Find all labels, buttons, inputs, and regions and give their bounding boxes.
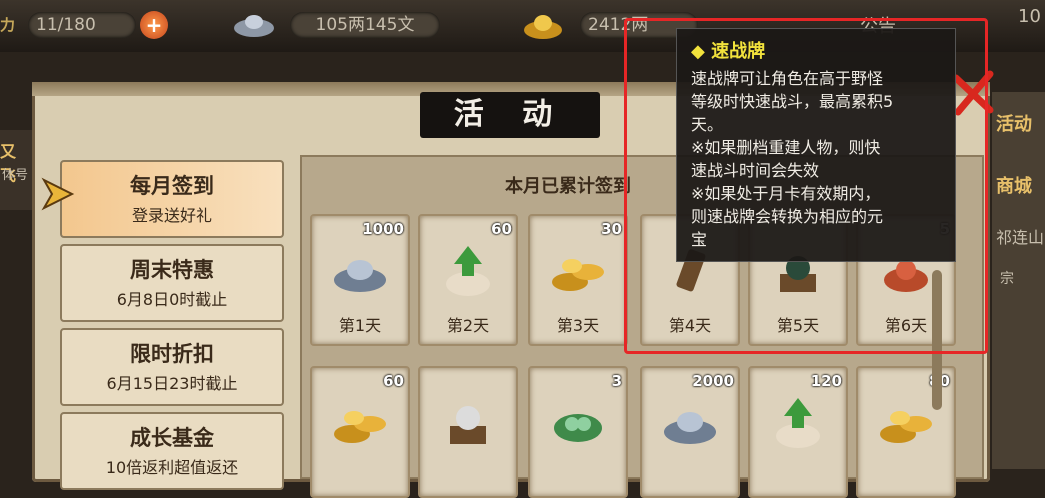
reward-day-3[interactable]: 30 第3天 <box>528 214 628 346</box>
gold-ingots-icon <box>552 259 604 291</box>
reward-day-label: 第1天 <box>338 316 382 335</box>
reward-day-11[interactable]: 120 <box>748 366 848 498</box>
menu-monthly-signin[interactable]: 每月签到 登录送好礼 <box>60 160 284 238</box>
signin-progress: 本月已累计签到 <box>505 176 631 197</box>
side-activity-tab[interactable]: 活动 <box>996 110 1032 136</box>
right-side-bar: 活动 商城 祁连山 宗 <box>992 92 1045 469</box>
reward-count: 3 <box>611 372 622 390</box>
menu-limited-discount[interactable]: 限时折扣 6月15日23时截止 <box>60 328 284 406</box>
silver-ingot-icon <box>334 260 386 292</box>
gold-ingot-icon <box>522 8 564 42</box>
menu-growth-fund[interactable]: 成长基金 10倍返利超值返还 <box>60 412 284 490</box>
reward-day-label: 第3天 <box>556 316 600 335</box>
jade-leaf-icon <box>554 414 602 442</box>
reward-day-label: 第2天 <box>446 316 490 335</box>
reward-count: 120 <box>810 372 842 390</box>
panel-title: 活 动 <box>420 92 600 138</box>
stamina-counter: 11/180 <box>28 12 136 38</box>
selected-arrow-icon <box>40 176 76 212</box>
menu-weekend-deal[interactable]: 周末特惠 6月8日0时截止 <box>60 244 284 322</box>
gold-ingots-icon <box>334 411 386 443</box>
reward-count: 60 <box>383 372 404 390</box>
menu-subtitle: 10倍返利超值返还 <box>105 458 239 477</box>
menu-title: 成长基金 <box>130 426 214 450</box>
add-stamina-button[interactable]: + <box>140 11 168 39</box>
left-edge-sub: 体号 <box>2 168 29 183</box>
reward-day-7[interactable]: 60 <box>310 366 410 498</box>
money-counter: 105两145文 <box>290 12 440 38</box>
gold-ingots-icon <box>880 411 932 443</box>
reward-day-1[interactable]: 1000 第1天 <box>310 214 410 346</box>
menu-subtitle: 登录送好礼 <box>131 206 212 225</box>
menu-title: 限时折扣 <box>130 342 214 366</box>
reward-day-10[interactable]: 2000 <box>640 366 740 498</box>
menu-subtitle: 6月8日0时截止 <box>116 290 228 309</box>
silver-ingot-icon <box>232 10 276 40</box>
side-location-label: 祁连山 <box>996 228 1045 247</box>
side-shop-tab[interactable]: 商城 <box>996 172 1032 198</box>
reward-day-8[interactable] <box>418 366 518 498</box>
menu-title: 周末特惠 <box>130 258 214 282</box>
menu-title: 每月签到 <box>130 174 214 198</box>
reward-day-9[interactable]: 3 <box>528 366 628 498</box>
pearl-stand-icon <box>450 406 486 444</box>
bun-upgrade-icon <box>446 246 490 296</box>
reward-count: 60 <box>491 220 512 238</box>
reward-count: 30 <box>601 220 622 238</box>
highlight-box <box>624 18 988 354</box>
side-sect-label: 宗 <box>1000 271 1014 287</box>
reward-day-2[interactable]: 60 第2天 <box>418 214 518 346</box>
top-right-value: 10 <box>1018 6 1041 27</box>
bun-upgrade-icon <box>776 398 820 448</box>
reward-count: 1000 <box>362 220 404 238</box>
stamina-label: 力 <box>0 16 16 34</box>
silver-ingot-icon <box>664 412 716 444</box>
left-edge-panel: 又 飞 体号 <box>0 130 32 210</box>
reward-count: 2000 <box>692 372 734 390</box>
menu-subtitle: 6月15日23时截止 <box>106 374 238 393</box>
